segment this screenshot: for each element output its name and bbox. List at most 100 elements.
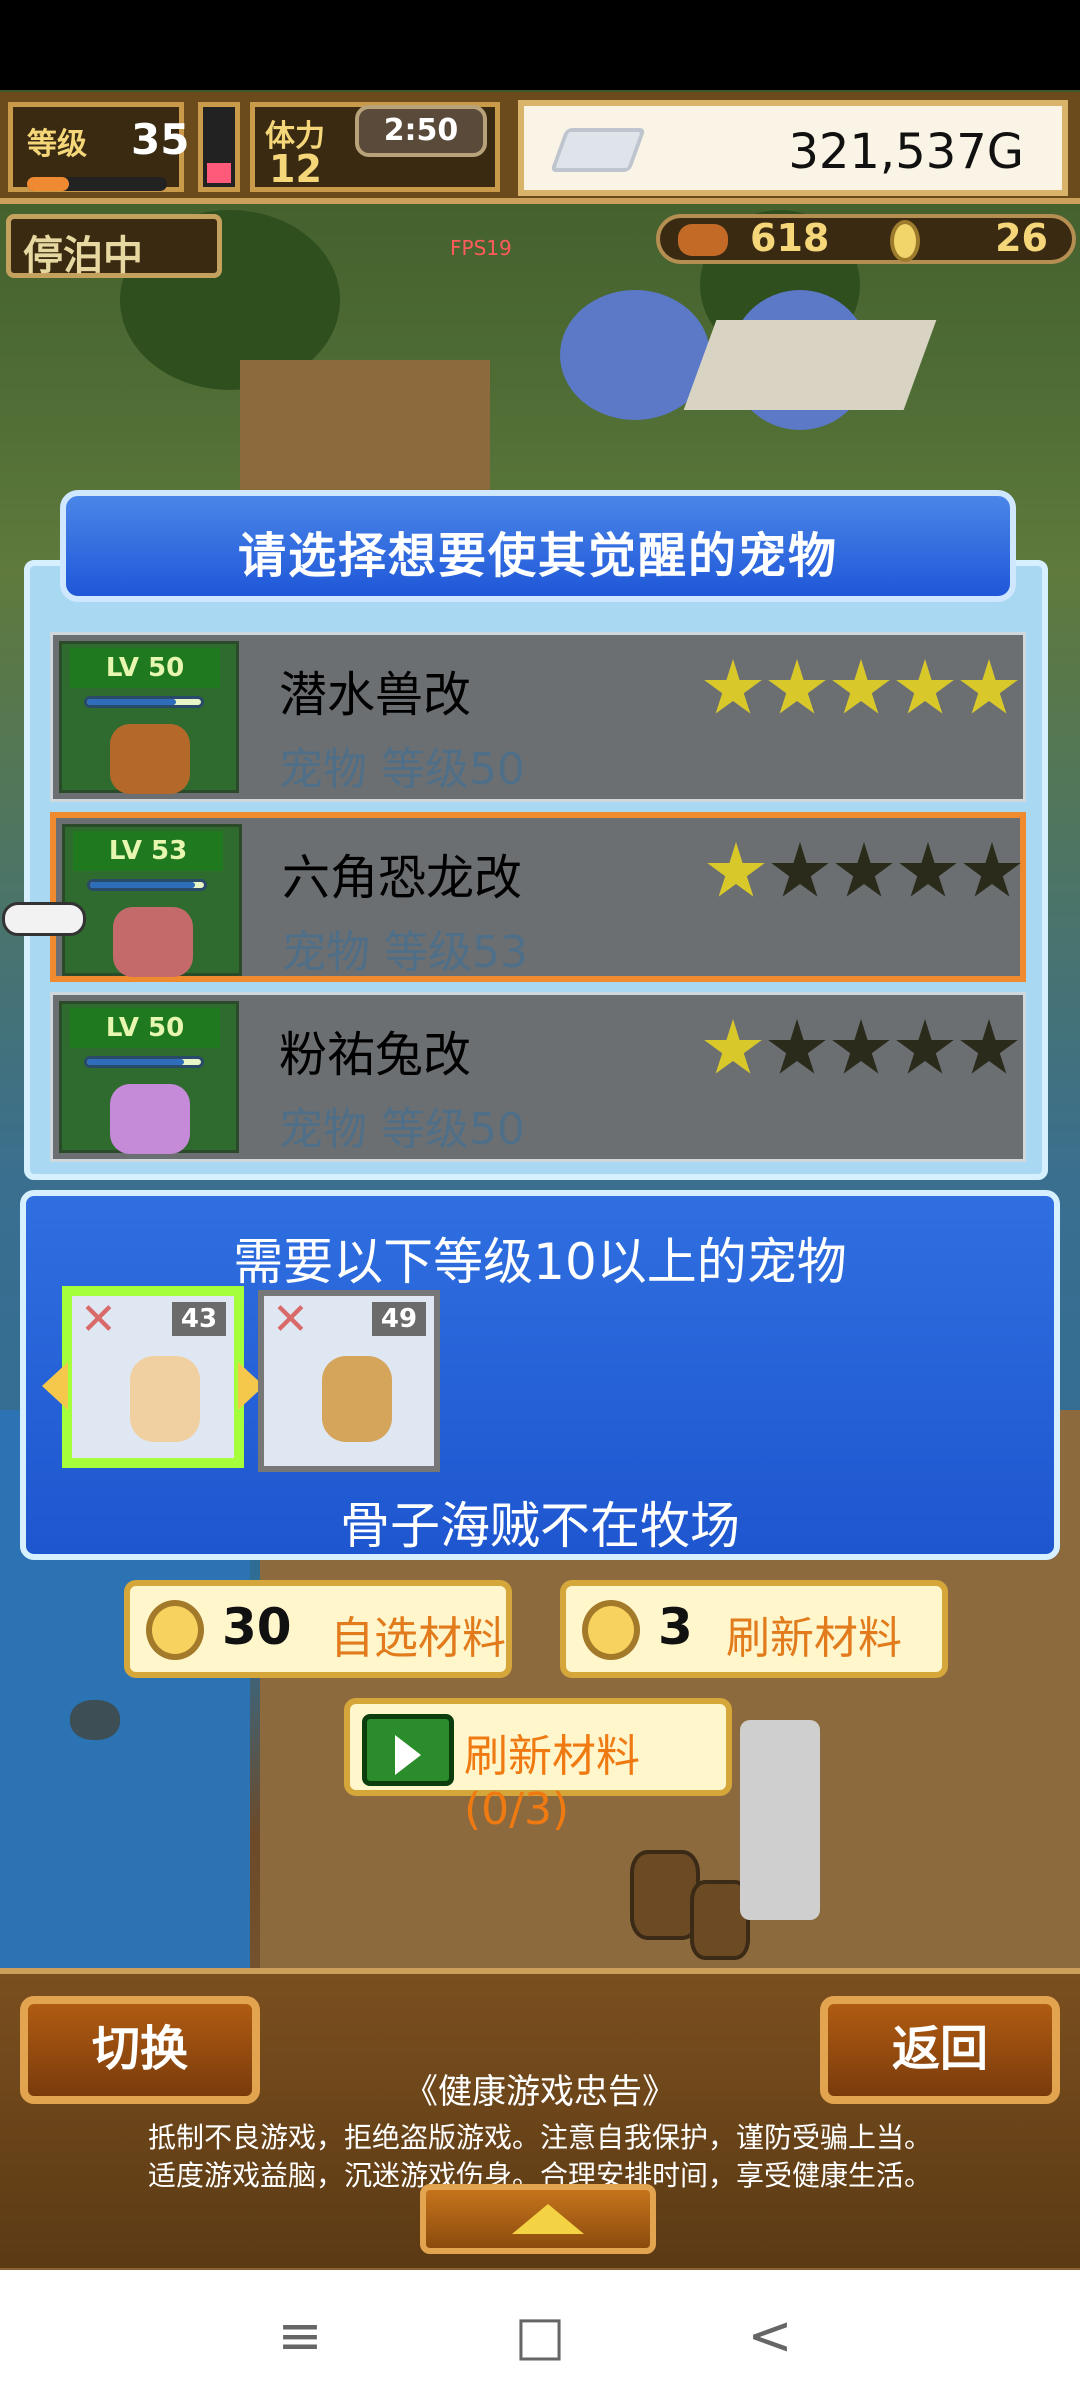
ad-refresh-button[interactable]: 刷新材料(0/3) [344,1698,732,1835]
rock [70,1700,120,1740]
dock-status-badge[interactable]: 停泊中 [6,214,222,279]
pet-sprite-diver [110,724,190,794]
menu-nav-icon[interactable]: ≡ [270,2306,330,2366]
gold-ingot-icon [549,128,647,172]
star-filled-icon [832,659,890,714]
star-empty-icon [768,1019,826,1074]
select-label: 自选材料 [330,1613,506,1664]
pet-level-tag: LV 53 [73,831,223,871]
pet-level-tag: LV 50 [70,648,220,688]
mast-base [740,1720,820,1920]
stamina-fill [207,163,231,183]
star-empty-icon [835,842,893,897]
bottom-bar: 切换 返回 《健康游戏忠告》 抵制不良游戏，拒绝盗版游戏。注意自我保护，谨防受骗… [0,1968,1080,2268]
refresh-material-button[interactable]: 3 刷新材料 [560,1580,948,1678]
required-pet-level: 43 [172,1302,226,1336]
back-nav-icon[interactable]: < [740,2306,800,2366]
expand-up-button[interactable] [420,2184,656,2254]
dock-status-text: 停泊中 [23,233,143,279]
resource-box: 618 26 [656,214,1076,264]
star-rating [703,1019,1023,1083]
pet-exp-bar [87,879,207,891]
food-count: 618 [750,216,830,260]
required-pet-slot-active[interactable]: ✕ 43 [42,1286,264,1468]
pet-row[interactable]: LV 50 粉祐兔改 宠物 等级50 [50,992,1026,1162]
required-pet-level: 49 [372,1302,426,1336]
star-filled-icon [960,659,1018,714]
coin-icon [582,1600,640,1660]
star-empty-icon [896,1019,954,1074]
dialog-title: 请选择想要使其觉醒的宠物 [237,528,838,584]
pet-name: 六角恐龙改 [282,850,523,906]
star-filled-icon [707,842,765,897]
stamina-box: 体力 12 2:50 [250,102,500,192]
coin-icon [146,1600,204,1660]
refresh-cost: 3 [658,1598,693,1656]
home-nav-icon[interactable]: □ [510,2306,570,2366]
pet-sprite-rabbit [110,1084,190,1154]
top-hud: 等级 35 体力 12 2:50 321,537G [0,92,1080,204]
pet-exp-bar [84,696,204,708]
select-material-button[interactable]: 30 自选材料 [124,1580,512,1678]
star-rating [706,842,1026,906]
gold-value: 321,537G [788,124,1024,180]
requirement-title: 需要以下等级10以上的宠物 [233,1233,847,1291]
star-filled-icon [896,659,954,714]
gold-box: 321,537G [518,100,1068,196]
required-pet-slot[interactable]: ✕ 49 [258,1290,440,1472]
arrow-up-icon [512,2204,584,2234]
pet-list-panel[interactable]: LV 50 潜水兽改 宠物 等级50 LV 53 六角恐龙改 宠物 等级53 L… [24,560,1048,1180]
pet-subtitle: 宠物 等级50 [279,1104,525,1155]
refresh-label: 刷新材料 [726,1613,902,1664]
pet-card: LV 53 [62,824,242,977]
system-nav-bar: ≡ □ < [0,2270,1080,2400]
stamina-value: 12 [269,147,322,191]
ad-refresh-label: 刷新材料(0/3) [464,1731,640,1835]
player-level-box: 等级 35 [8,102,189,192]
star-empty-icon [832,1019,890,1074]
star-filled-icon [704,659,762,714]
coin-icon [890,220,920,262]
close-x-icon: ✕ [272,1294,309,1345]
star-empty-icon [963,842,1021,897]
pet-name: 粉祐兔改 [279,1027,472,1083]
pet-subtitle: 宠物 等级53 [282,927,528,978]
requirement-panel: 需要以下等级10以上的宠物 ✕ 43 ✕ 49 骨子海贼不在牧场 [20,1190,1060,1560]
star-filled-icon [768,659,826,714]
star-empty-icon [771,842,829,897]
pet-sprite-axolotl [113,907,193,977]
level-value: 35 [131,115,190,164]
exp-bar [27,177,167,191]
star-empty-icon [899,842,957,897]
fps-counter: FPS19 [450,236,512,260]
game-scene [0,90,1080,2270]
pet-card: LV 50 [59,641,239,794]
food-icon [678,224,728,256]
pet-exp-bar [84,1056,204,1068]
pet-row[interactable]: LV 50 潜水兽改 宠物 等级50 [50,632,1026,802]
pet-subtitle: 宠物 等级50 [279,744,525,795]
level-label: 等级 [27,127,87,162]
pet-card: LV 50 [59,1001,239,1154]
dialog-title-banner: 请选择想要使其觉醒的宠物 [60,490,1016,602]
video-play-icon [362,1714,454,1786]
pet-level-tag: LV 50 [70,1008,220,1048]
star-empty-icon [960,1019,1018,1074]
skeleton-pirate-sprite [130,1356,200,1442]
select-cost: 30 [222,1598,292,1656]
health-notice-title: 《健康游戏忠告》 [404,2072,676,2112]
pointer-hand-icon [2,902,86,936]
requirement-status: 骨子海贼不在牧场 [340,1497,740,1555]
stamina-timer: 2:50 [355,105,487,157]
tent-canvas [683,320,937,410]
star-filled-icon [704,1019,762,1074]
health-notice-line: 抵制不良游戏，拒绝盗版游戏。注意自我保护，谨防受骗上当。 [147,2121,932,2154]
arrow-left-icon[interactable] [42,1362,68,1410]
stamina-gauge [198,102,240,192]
pet-row-selected[interactable]: LV 53 六角恐龙改 宠物 等级53 [50,812,1026,982]
pet-name: 潜水兽改 [279,667,472,723]
close-x-icon: ✕ [80,1294,117,1345]
star-rating [703,659,1023,723]
coin-count: 26 [995,216,1048,260]
tree-spirit-sprite [322,1356,392,1442]
